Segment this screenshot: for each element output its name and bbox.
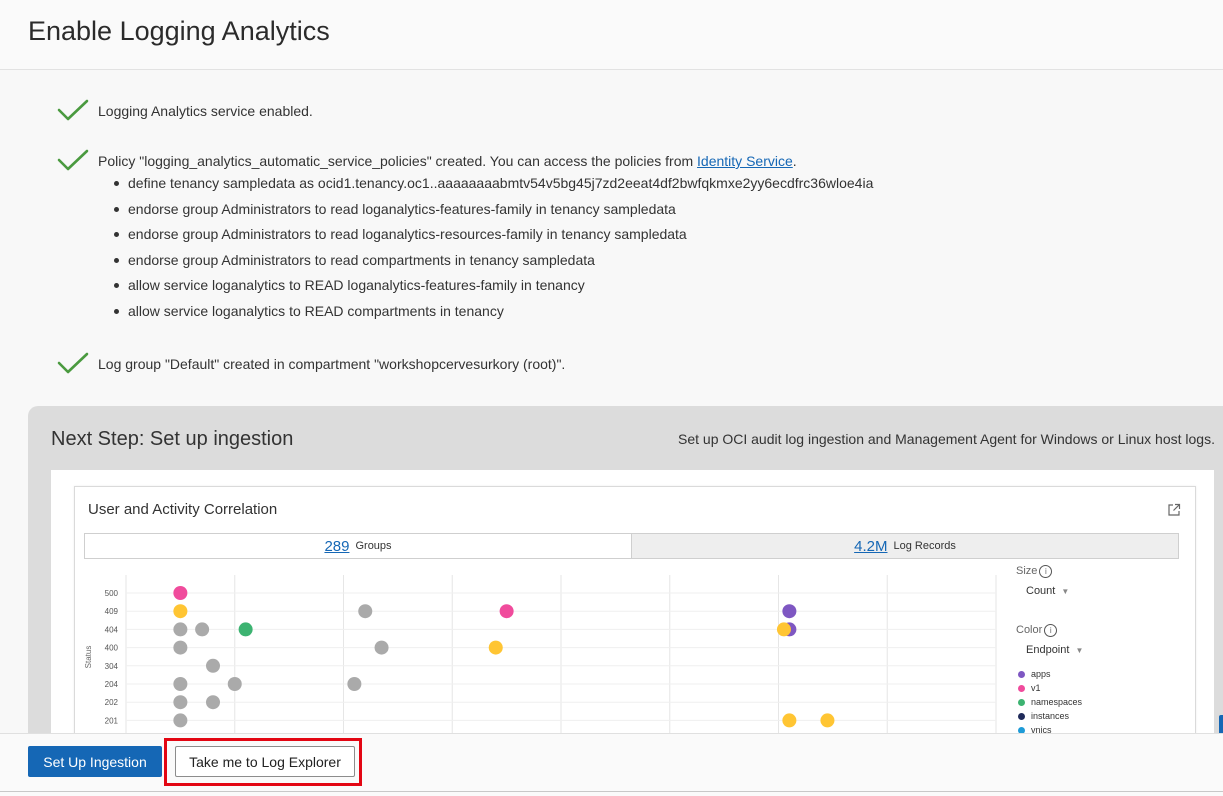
color-dropdown: Endpoint ▼ [1026, 644, 1083, 656]
preview-card-title: User and Activity Correlation [88, 501, 278, 518]
legend-item: namespaces [1018, 697, 1082, 707]
data-point [238, 622, 253, 637]
main-content[interactable]: Logging Analytics service enabled. Polic… [0, 70, 1223, 733]
y-tick-label: 500 [105, 589, 119, 598]
tab-log-records: 4.2M Log Records [632, 533, 1179, 559]
size-label-text: Size [1016, 565, 1038, 577]
y-tick-label: 204 [105, 680, 119, 689]
size-dropdown: Count ▼ [1026, 585, 1069, 597]
data-point [206, 695, 220, 710]
data-point [195, 622, 210, 637]
y-tick-label: 304 [105, 662, 119, 671]
y-tick-label: 409 [105, 607, 119, 616]
scrollbar-handle[interactable] [1219, 715, 1223, 733]
scatter-chart: 500 409 404 400 304 204 202 201 Status [84, 575, 997, 733]
data-point [782, 604, 797, 619]
set-up-ingestion-button[interactable]: Set Up Ingestion [28, 746, 162, 777]
chevron-down-icon: ▼ [1075, 646, 1084, 655]
groups-count: 289 [324, 537, 350, 555]
divider [0, 791, 1223, 792]
data-point [173, 695, 188, 710]
legend-swatch [1018, 671, 1025, 679]
policy-item: endorse group Administrators to read log… [108, 224, 873, 250]
data-point [358, 604, 373, 619]
dashboard-preview-image: User and Activity Correlation 289 Groups… [51, 470, 1214, 733]
checkmark-icon [57, 99, 89, 121]
checkmark-icon [57, 352, 89, 374]
legend-label: v1 [1031, 683, 1041, 693]
data-point [173, 604, 188, 619]
data-point [206, 658, 220, 673]
policy-item: allow service loganalytics to READ logan… [108, 275, 873, 301]
identity-service-link[interactable]: Identity Service [697, 153, 793, 169]
footer-bar: Set Up Ingestion Take me to Log Explorer [0, 733, 1223, 796]
legend-item: instances [1018, 711, 1069, 721]
size-label: Size i [1016, 565, 1053, 578]
preview-card: User and Activity Correlation 289 Groups… [74, 486, 1196, 733]
y-tick-label: 404 [105, 625, 119, 634]
data-point [173, 677, 188, 691]
legend-swatch [1018, 699, 1025, 707]
status-message: Logging Analytics service enabled. [98, 103, 313, 119]
policy-item: endorse group Administrators to read com… [108, 250, 873, 276]
log-records-count: 4.2M [854, 537, 888, 555]
groups-label: Groups [355, 540, 392, 552]
open-external-icon [1168, 503, 1181, 516]
data-point [173, 586, 188, 600]
policy-list: define tenancy sampledata as ocid1.tenan… [108, 173, 873, 327]
data-point [488, 640, 503, 655]
next-step-description: Set up OCI audit log ingestion and Manag… [678, 431, 1215, 447]
legend-item: apps [1018, 669, 1051, 679]
color-label: Color i [1016, 624, 1058, 637]
y-tick-label: 202 [105, 698, 119, 707]
legend-label: instances [1031, 711, 1070, 721]
data-point [782, 713, 797, 728]
preview-tabs: 289 Groups 4.2M Log Records [84, 533, 1179, 559]
color-label-text: Color [1016, 624, 1043, 636]
policy-item: allow service loganalytics to READ compa… [108, 301, 873, 327]
policy-status-end: . [792, 153, 797, 169]
legend-label: namespaces [1031, 697, 1083, 707]
color-value: Endpoint [1026, 644, 1070, 656]
policy-status-message: Policy "logging_analytics_automatic_serv… [98, 153, 797, 169]
legend-swatch [1018, 713, 1025, 721]
data-point [347, 677, 362, 691]
log-records-label: Log Records [893, 540, 956, 552]
info-icon: i [1044, 624, 1058, 637]
log-explorer-button[interactable]: Take me to Log Explorer [175, 746, 355, 777]
status-message: Log group "Default" created in compartme… [98, 356, 566, 372]
policy-item: define tenancy sampledata as ocid1.tenan… [108, 173, 873, 199]
info-icon: i [1039, 565, 1053, 578]
legend-item: v1 [1018, 683, 1041, 693]
policy-item: endorse group Administrators to read log… [108, 199, 873, 225]
legend-swatch [1018, 685, 1025, 693]
legend-item: vnics [1018, 725, 1052, 733]
page-title: Enable Logging Analytics [28, 16, 330, 46]
data-point [173, 640, 188, 655]
legend-label: apps [1031, 669, 1051, 679]
tab-groups: 289 Groups [84, 533, 632, 559]
y-axis-title: Status [84, 646, 93, 669]
data-point [374, 640, 389, 655]
policy-status-text: Policy "logging_analytics_automatic_serv… [98, 153, 698, 169]
size-value: Count [1026, 585, 1056, 597]
data-point [776, 622, 791, 637]
y-tick-label: 400 [105, 644, 119, 653]
data-point [173, 713, 188, 728]
chevron-down-icon: ▼ [1061, 587, 1070, 596]
next-step-panel: Next Step: Set up ingestion Set up OCI a… [28, 406, 1223, 733]
legend-label: vnics [1031, 725, 1052, 733]
checkmark-icon [57, 149, 89, 171]
next-step-title: Next Step: Set up ingestion [51, 428, 294, 450]
y-tick-label: 201 [105, 716, 119, 725]
data-point [173, 622, 188, 637]
page-header: Enable Logging Analytics [0, 0, 1223, 70]
data-point [499, 604, 514, 619]
data-point [820, 713, 835, 728]
data-point [227, 677, 242, 691]
